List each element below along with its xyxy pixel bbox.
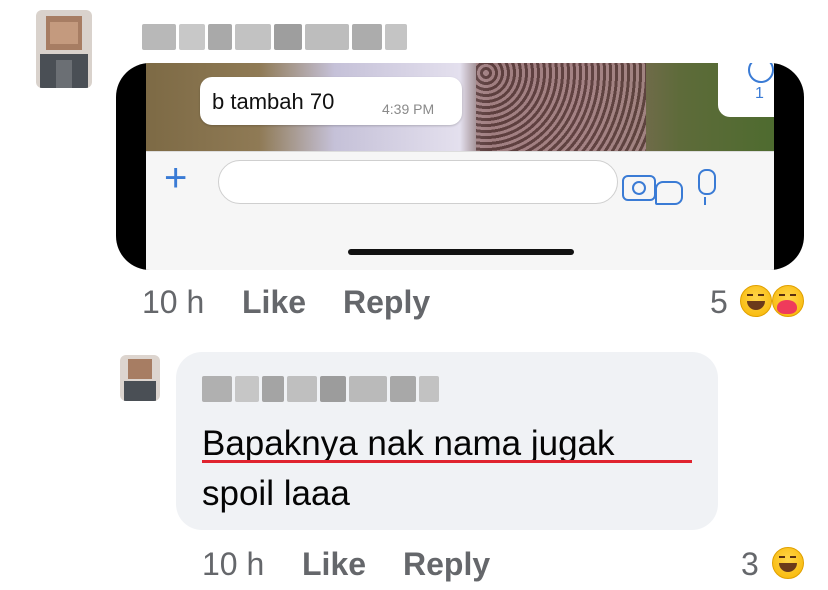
reply-avatar[interactable]: [120, 355, 160, 401]
care-emoji-icon: [772, 285, 804, 317]
sticker-icon: [655, 181, 683, 205]
home-indicator: [348, 249, 574, 255]
reply-reaction-count: 3: [741, 546, 759, 582]
chat-input-field: [218, 160, 683, 205]
comment-text-line1: Bapaknya nak nama jugak: [202, 424, 615, 463]
reply-comment-bubble: Bapaknya nak nama jugak spoil laaa: [176, 352, 718, 530]
commenter-name-blurred[interactable]: [142, 24, 407, 50]
reaction-count: 5: [710, 284, 728, 320]
unread-count: 1: [755, 85, 764, 102]
reply-like-button[interactable]: Like: [302, 546, 366, 583]
message-time: 4:39 PM: [382, 101, 435, 117]
reply-commenter-name-blurred[interactable]: [202, 376, 439, 402]
message-text: b tambah 70: [212, 89, 335, 114]
reply-comment-time: 10 h: [202, 546, 265, 582]
reply-reply-button[interactable]: Reply: [403, 546, 490, 583]
comment-text-line2: spoil laaa: [202, 474, 350, 513]
chat-input-bar: +: [146, 151, 774, 212]
chevron-down-icon: [748, 63, 774, 83]
chat-photo: b tambah 70 4:39 PM 1: [146, 63, 774, 151]
message-bubble: b tambah 70 4:39 PM: [200, 77, 462, 125]
plus-icon: +: [164, 156, 188, 200]
avatar[interactable]: [36, 10, 92, 88]
haha-emoji-icon: [772, 547, 804, 579]
spellcheck-underline: [202, 460, 692, 463]
scroll-down-badge: 1: [718, 63, 774, 117]
whatsapp-screenshot: b tambah 70 4:39 PM 1 +: [146, 63, 774, 270]
haha-emoji-icon: [740, 285, 772, 317]
photo-pattern: [476, 63, 646, 151]
comment-image[interactable]: b tambah 70 4:39 PM 1 +: [116, 63, 804, 270]
like-button[interactable]: Like: [242, 284, 306, 321]
reply-button[interactable]: Reply: [343, 284, 430, 321]
camera-icon: [622, 175, 656, 201]
microphone-icon: [698, 169, 716, 205]
comment-time: 10 h: [142, 284, 205, 320]
